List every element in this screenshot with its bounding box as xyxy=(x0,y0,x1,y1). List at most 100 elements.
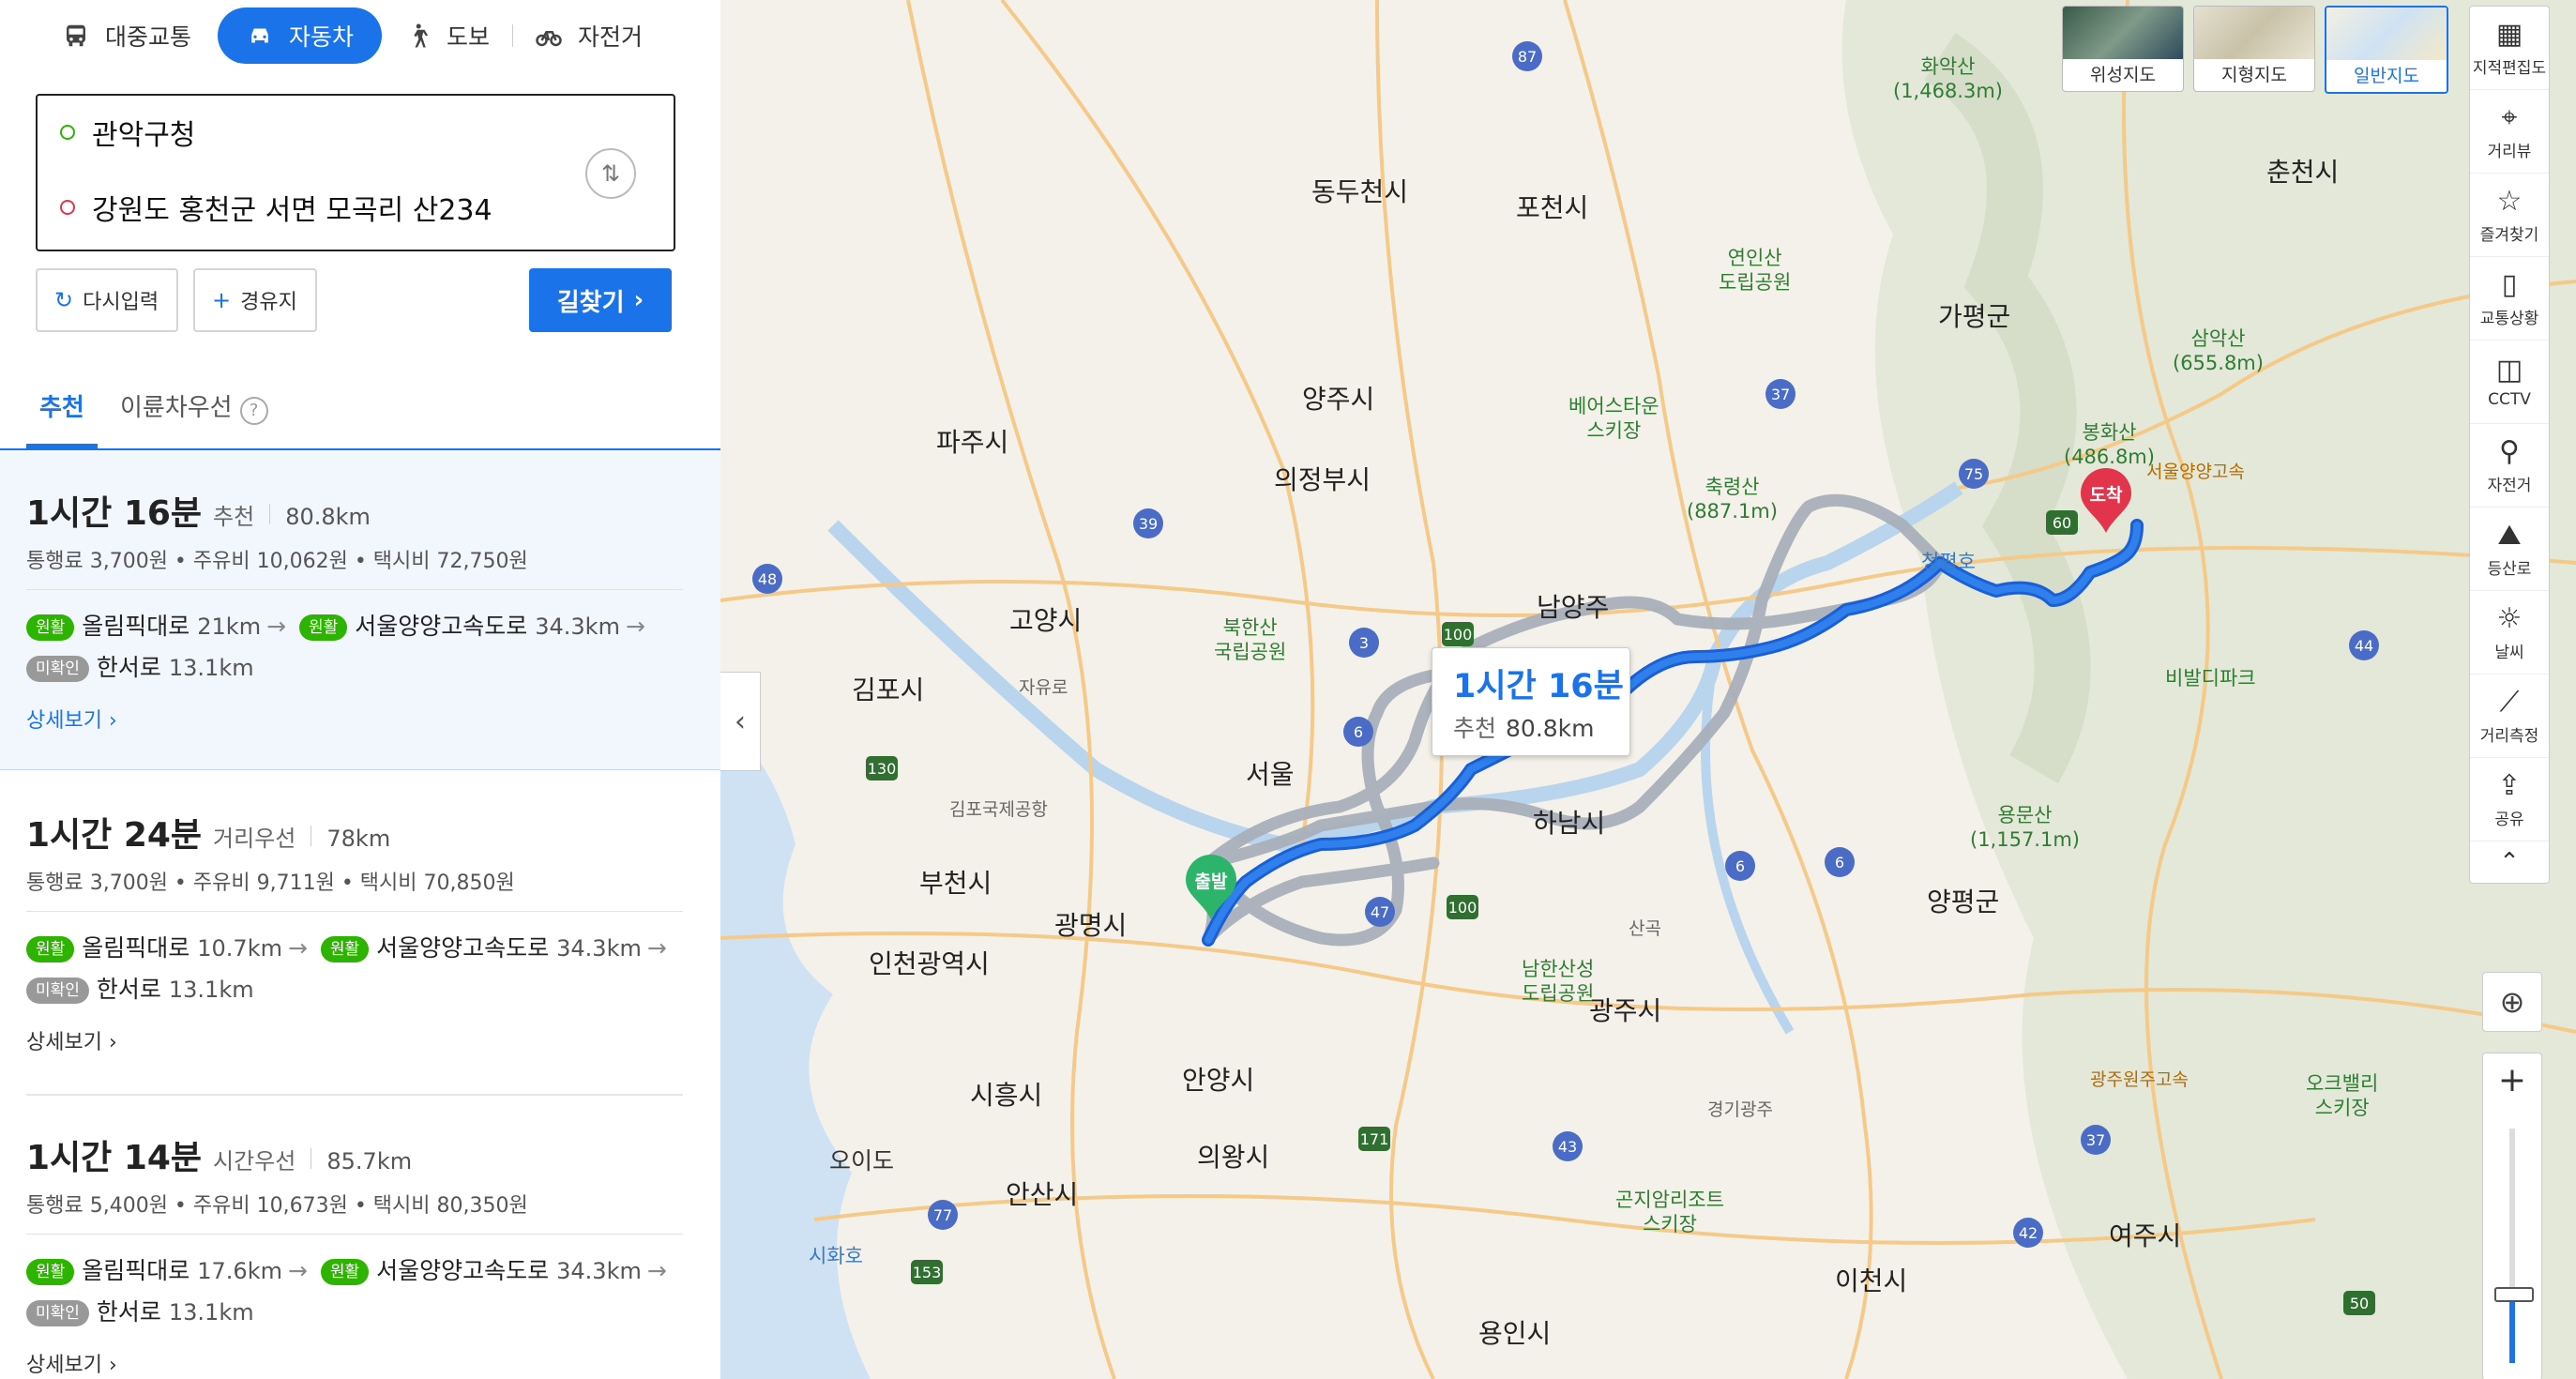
map-type-normal[interactable]: 일반지도 xyxy=(2325,6,2448,94)
place-label: 오이도 xyxy=(829,1147,895,1174)
collapse-panel-button[interactable]: ‹ xyxy=(720,672,761,771)
mode-bicycle[interactable]: 자전거 xyxy=(512,8,643,64)
route-option[interactable]: 1시간 14분 시간우선 85.7km 통행료 5,400원 • 주유비 10,… xyxy=(0,1095,720,1379)
svg-text:43: 43 xyxy=(1558,1138,1577,1156)
terrain-thumbnail xyxy=(2194,7,2314,59)
tool-label: 날씨 xyxy=(2494,643,2524,662)
end-pin[interactable]: 도착 xyxy=(2079,467,2133,535)
traffic-badge: 원활 xyxy=(26,1259,75,1285)
road-name: 서울양양고속도로 xyxy=(376,1257,550,1284)
bus-icon xyxy=(67,24,85,47)
ski-resort-label: 오크밸리 스키장 xyxy=(2306,1072,2379,1119)
tool-label: 거리뷰 xyxy=(2487,142,2532,161)
mode-walk[interactable]: 도보 xyxy=(403,8,490,64)
my-location-button[interactable]: ⊕ xyxy=(2482,972,2542,1032)
tool-favorites[interactable]: ☆ 즐겨찾기 xyxy=(2470,174,2549,257)
refresh-icon: ↻ xyxy=(54,287,74,313)
place-label: 광주시 xyxy=(1589,995,1662,1026)
mode-transit[interactable]: 대중교통 xyxy=(62,8,191,64)
tool-label: 즐겨찾기 xyxy=(2479,225,2539,245)
swap-arrows-icon: ⇅ xyxy=(600,160,621,187)
add-waypoint-button[interactable]: + 경유지 xyxy=(193,268,317,332)
map-type-label: 일반지도 xyxy=(2354,66,2419,86)
tool-hiking[interactable]: ⛰ 등산로 xyxy=(2470,508,2549,591)
map-type-satellite[interactable]: 위성지도 xyxy=(2062,6,2184,92)
star-icon: ☆ xyxy=(2496,184,2523,218)
toolbar-collapse-button[interactable]: ⌃ xyxy=(2470,841,2549,883)
directions-panel: 대중교통 자동차 도보 자전거 관악구청 강원도 홍천군 서면 모곡리 산234… xyxy=(0,0,721,1379)
peak-label: 용문산 (1,157.1m) xyxy=(1970,804,2080,851)
tool-cadastral[interactable]: ▦ 지적편집도 xyxy=(2470,7,2549,90)
tool-traffic[interactable]: ▯ 교통상황 xyxy=(2470,257,2549,341)
lake-label: 시화호 xyxy=(809,1245,863,1267)
bicycle-icon xyxy=(536,31,562,47)
normal-thumbnail xyxy=(2326,8,2447,60)
map-canvas[interactable]: 87 37 75 39 48 3 6 6 44 47 6 43 77 37 42… xyxy=(720,0,2576,1379)
mode-transit-label: 대중교통 xyxy=(105,23,192,51)
destination-field[interactable]: 강원도 홍천군 서면 모곡리 산234 xyxy=(60,184,492,231)
pin-icon: ⌖ xyxy=(2501,100,2518,134)
destination-value: 강원도 홍천군 서면 모곡리 산234 xyxy=(92,194,492,227)
place-label: 시흥시 xyxy=(970,1080,1043,1111)
arrow-right-icon: → xyxy=(266,613,287,640)
mode-walk-label: 도보 xyxy=(447,23,491,51)
mode-car[interactable]: 자동차 xyxy=(218,8,383,64)
road-name: 올림픽대로 xyxy=(82,1257,190,1284)
route-costs: 통행료 3,700원 • 주유비 9,711원 • 택시비 70,850원 xyxy=(26,871,515,895)
svg-text:60: 60 xyxy=(2053,514,2071,532)
detail-link[interactable]: 상세보기 › xyxy=(26,1025,117,1055)
grid-icon: ▦ xyxy=(2495,17,2523,51)
callout-distance: 80.8km xyxy=(1506,715,1595,742)
peak-label: 봉화산 (486.8m) xyxy=(2064,421,2155,468)
tool-cctv[interactable]: ◫ CCTV xyxy=(2470,341,2549,424)
svg-text:6: 6 xyxy=(1735,857,1745,875)
car-icon xyxy=(251,28,268,43)
road-list: 원활 올림픽대로 21km → 원활 서울양양고속도로 34.3km → 미확인 한서로 … xyxy=(26,606,702,689)
route-tabs: 추천 이륜차우선? xyxy=(0,371,720,450)
arrow-right-icon: → xyxy=(287,1257,308,1284)
detail-link[interactable]: 상세보기 › xyxy=(26,704,117,734)
reset-button[interactable]: ↻ 다시입력 xyxy=(36,268,178,332)
airport-label: 김포국제공항 xyxy=(949,799,1048,820)
divider xyxy=(26,1234,683,1235)
svg-text:100: 100 xyxy=(1444,626,1473,644)
tool-measure[interactable]: ⟋ 거리측정 xyxy=(2470,674,2549,758)
find-label: 길찾기 xyxy=(556,288,625,317)
destination-dot-icon xyxy=(60,200,75,215)
help-icon[interactable]: ? xyxy=(239,397,268,425)
zoom-in-button[interactable]: + xyxy=(2483,1061,2541,1099)
find-route-button[interactable]: 길찾기 › xyxy=(529,268,672,332)
traffic-badge: 원활 xyxy=(298,614,348,641)
tab-motorcycle-label: 이륜차우선 xyxy=(120,394,233,422)
satellite-thumbnail xyxy=(2063,7,2183,59)
start-pin[interactable]: 출발 xyxy=(1184,854,1238,921)
zoom-slider-handle[interactable] xyxy=(2494,1287,2534,1302)
route-distance: 80.8km xyxy=(285,504,371,530)
mode-separator xyxy=(512,24,513,47)
transport-mode-bar: 대중교통 자동차 도보 자전거 xyxy=(0,0,720,71)
detail-label: 상세보기 xyxy=(26,709,102,733)
tool-bicycle[interactable]: ⚲ 자전거 xyxy=(2470,424,2549,508)
detail-link[interactable]: 상세보기 › xyxy=(26,1348,117,1378)
chevron-up-icon: ⌃ xyxy=(2499,848,2520,876)
road-name: 올림픽대로 xyxy=(82,934,190,962)
swap-button[interactable]: ⇅ xyxy=(585,148,636,199)
origin-field[interactable]: 관악구청 xyxy=(60,109,195,156)
tab-recommended[interactable]: 추천 xyxy=(26,388,98,448)
tool-weather[interactable]: ☼ 날씨 xyxy=(2470,591,2549,674)
svg-text:77: 77 xyxy=(933,1206,952,1224)
map-type-terrain[interactable]: 지형지도 xyxy=(2193,6,2315,92)
route-callout[interactable]: 1시간 16분 추천 80.8km xyxy=(1432,647,1630,756)
place-label: 파주시 xyxy=(936,427,1009,458)
tool-share[interactable]: ⇪ 공유 xyxy=(2470,758,2549,841)
tool-streetview[interactable]: ⌖ 거리뷰 xyxy=(2470,90,2549,174)
svg-text:37: 37 xyxy=(1771,386,1790,403)
traffic-badge: 미확인 xyxy=(26,1300,89,1326)
ski-resort-label: 베어스타운 스키장 xyxy=(1568,395,1659,442)
tab-motorcycle[interactable]: 이륜차우선? xyxy=(120,388,268,448)
route-option[interactable]: 1시간 16분 추천 80.8km 통행료 3,700원 • 주유비 10,06… xyxy=(0,450,720,770)
park-label: 북한산 국립공원 xyxy=(1214,616,1287,663)
road-distance: 17.6km xyxy=(197,1258,282,1284)
route-option[interactable]: 1시간 24분 거리우선 78km 통행료 3,700원 • 주유비 9,711… xyxy=(0,772,720,1091)
place-label: 남양주 xyxy=(1537,592,1610,623)
